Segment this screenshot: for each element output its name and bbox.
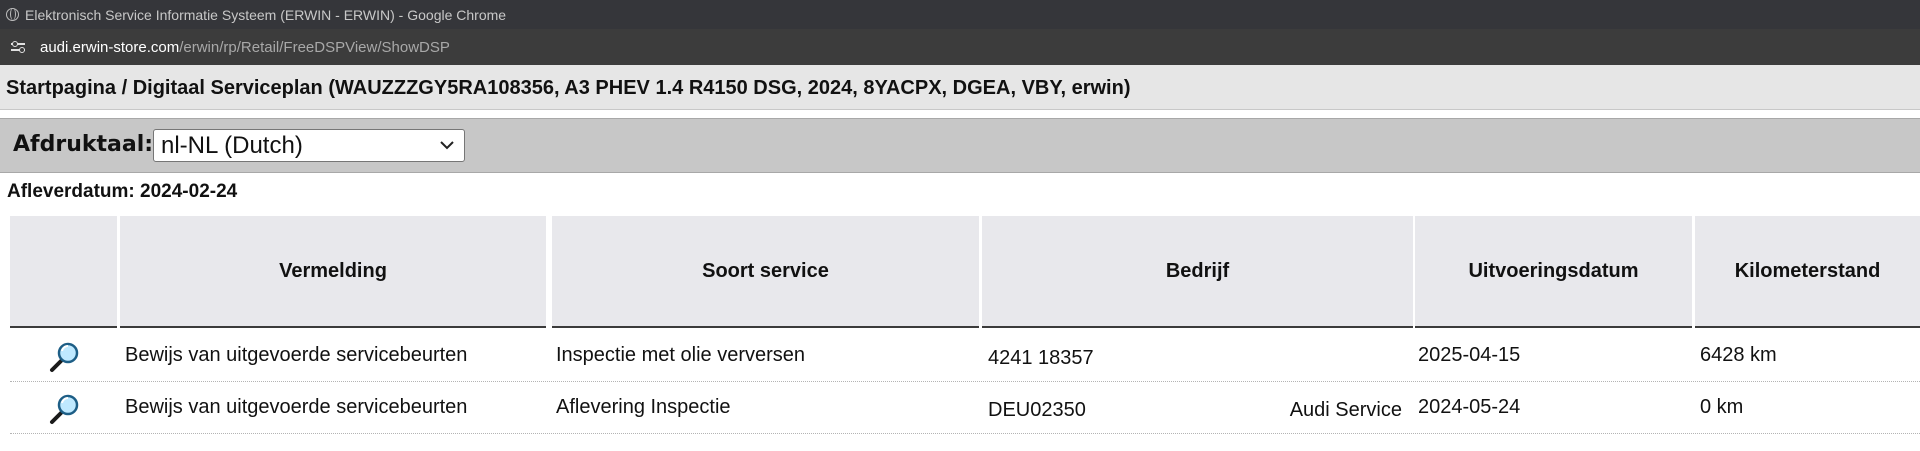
column-header-kilometerstand[interactable]: Kilometerstand [1695, 216, 1920, 328]
table-row[interactable]: Bewijs van uitgevoerde servicebeurten Af… [10, 382, 1920, 434]
column-header-icon [10, 216, 117, 328]
globe-icon [6, 8, 19, 21]
chevron-down-icon [440, 141, 454, 150]
url-host[interactable]: audi.erwin-store.com [40, 39, 179, 56]
breadcrumb-bar: Startpagina / Digitaal Serviceplan (WAUZ… [0, 65, 1920, 110]
column-header-bedrijf[interactable]: Bedrijf [982, 216, 1413, 328]
magnifier-icon[interactable] [47, 340, 81, 374]
address-bar[interactable]: audi.erwin-store.com/erwin/rp/Retail/Fre… [0, 29, 1920, 65]
language-select-value: nl-NL (Dutch) [161, 132, 303, 159]
delivery-date: Afleverdatum: 2024-02-24 [7, 181, 238, 202]
breadcrumb: Startpagina / Digitaal Serviceplan (WAUZ… [6, 77, 1131, 99]
column-header-soort-service[interactable]: Soort service [552, 216, 979, 328]
magnifier-icon[interactable] [47, 392, 81, 426]
site-settings-icon[interactable] [11, 41, 25, 53]
language-select[interactable]: nl-NL (Dutch) [153, 129, 465, 162]
cell-bedrijf: 4241 18357 [988, 347, 1094, 369]
column-header-vermelding[interactable]: Vermelding [120, 216, 546, 328]
window-title: Elektronisch Service Informatie Systeem … [25, 6, 507, 23]
window-titlebar: Elektronisch Service Informatie Systeem … [0, 0, 1920, 29]
language-label: Afdruktaal: [13, 132, 154, 157]
table-row[interactable]: Bewijs van uitgevoerde servicebeurten In… [10, 330, 1920, 382]
cell-bedrijf: DEU02350 Audi Service [988, 399, 1402, 421]
column-header-uitvoeringsdatum[interactable]: Uitvoeringsdatum [1415, 216, 1692, 328]
url-path[interactable]: /erwin/rp/Retail/FreeDSPView/ShowDSP [179, 39, 450, 56]
language-bar: Afdruktaal: nl-NL (Dutch) [0, 118, 1920, 173]
